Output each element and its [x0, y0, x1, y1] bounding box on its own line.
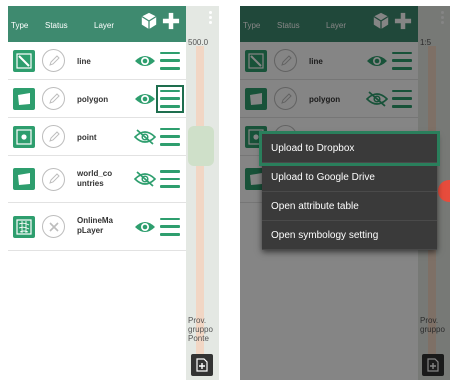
- layer-name: line: [77, 57, 91, 66]
- menu-open-symbology-setting[interactable]: Open symbology setting: [262, 221, 437, 250]
- screenshot-root: 500.0 Prov. gruppo Ponte Type Status Lay…: [0, 0, 452, 381]
- scale-label: 500.0: [188, 38, 209, 47]
- eye-off-icon[interactable]: [134, 171, 156, 187]
- layer-menu-icon-highlighted[interactable]: [156, 84, 184, 113]
- tile-thumb-icon: [13, 215, 35, 238]
- layer-menu-icon[interactable]: [160, 51, 180, 71]
- polygon-thumb-icon: [13, 168, 35, 190]
- layer-row-polygon[interactable]: polygon: [8, 80, 186, 118]
- layer-menu-icon[interactable]: [160, 169, 180, 189]
- new-file-button[interactable]: [191, 354, 213, 376]
- layer-list: Type Status Layer: [8, 6, 212, 380]
- map-view[interactable]: 500.0 Prov. gruppo Ponte: [186, 6, 219, 380]
- column-type-label: Type: [11, 21, 29, 30]
- layer-row-point[interactable]: point: [8, 118, 186, 156]
- eye-icon[interactable]: [134, 219, 156, 235]
- edit-status-icon[interactable]: [42, 49, 65, 72]
- eye-icon[interactable]: [134, 91, 156, 107]
- layer-list-header: Type Status Layer: [8, 6, 212, 42]
- layer-name: point: [77, 133, 97, 142]
- layer-row-online-map[interactable]: OnlineMa pLayer: [8, 203, 186, 251]
- column-status-label: Status: [45, 21, 68, 30]
- layer-name: world_co untries: [77, 169, 113, 188]
- layer-panel-before: 500.0 Prov. gruppo Ponte Type Status Lay…: [8, 6, 219, 380]
- map-park: [188, 126, 214, 166]
- layer-name: polygon: [77, 95, 109, 104]
- layer-row-line[interactable]: line: [8, 42, 186, 80]
- eye-icon[interactable]: [134, 53, 156, 69]
- header-actions: [140, 12, 180, 30]
- non-editable-status-icon[interactable]: [42, 215, 65, 238]
- menu-upload-dropbox[interactable]: Upload to Dropbox: [259, 131, 440, 166]
- edit-status-icon[interactable]: [42, 167, 65, 191]
- add-layer-icon[interactable]: [162, 12, 180, 30]
- layer-menu-icon[interactable]: [160, 127, 180, 147]
- edit-status-icon[interactable]: [42, 125, 65, 148]
- eye-off-icon[interactable]: [134, 128, 156, 145]
- layer-menu-icon[interactable]: [160, 217, 180, 237]
- menu-open-attribute-table[interactable]: Open attribute table: [262, 192, 437, 221]
- edit-status-icon[interactable]: [42, 87, 65, 110]
- new-file-icon: [196, 358, 208, 372]
- cube-icon[interactable]: [140, 12, 158, 30]
- polygon-thumb-icon: [13, 87, 35, 110]
- column-layer-label: Layer: [94, 21, 115, 30]
- menu-upload-google-drive[interactable]: Upload to Google Drive: [262, 163, 437, 192]
- point-thumb-icon: [13, 125, 35, 148]
- overflow-menu-icon[interactable]: [209, 11, 212, 24]
- layer-row-world-countries[interactable]: world_co untries: [8, 156, 186, 203]
- map-place-label: Prov. gruppo Ponte: [188, 316, 213, 343]
- layer-context-menu: Upload to Dropbox Upload to Google Drive…: [259, 131, 440, 250]
- layer-name: OnlineMa pLayer: [77, 216, 114, 235]
- layer-panel-menu-open: 1:5 Prov. gruppo Type Status Layer line …: [240, 6, 450, 380]
- line-thumb-icon: [13, 49, 35, 72]
